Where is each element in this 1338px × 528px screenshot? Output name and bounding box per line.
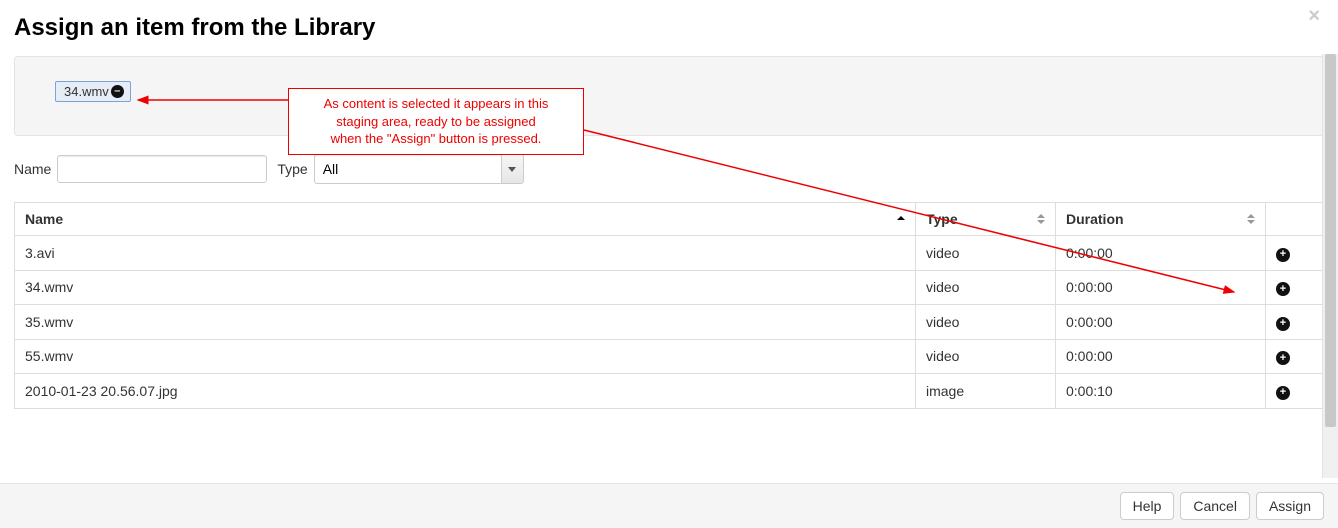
assign-button[interactable]: Assign xyxy=(1256,492,1324,520)
cell-name: 35.wmv xyxy=(15,305,916,340)
library-table: Name Type Duration 3.avi video 0:00:00 xyxy=(14,202,1324,409)
col-header-action xyxy=(1266,203,1324,236)
add-icon[interactable]: + xyxy=(1276,248,1290,262)
staging-area: 34.wmv – xyxy=(14,56,1324,136)
cell-duration: 0:00:00 xyxy=(1056,339,1266,374)
name-filter-input[interactable] xyxy=(57,155,267,183)
add-icon[interactable]: + xyxy=(1276,282,1290,296)
cell-type: video xyxy=(916,339,1056,374)
cell-name: 55.wmv xyxy=(15,339,916,374)
modal-footer: Help Cancel Assign xyxy=(0,483,1338,528)
assign-library-modal: × Assign an item from the Library 34.wmv… xyxy=(0,0,1338,409)
col-header-name[interactable]: Name xyxy=(15,203,916,236)
cell-type: video xyxy=(916,305,1056,340)
sort-desc-icon xyxy=(1037,220,1045,224)
col-header-duration-label: Duration xyxy=(1066,211,1124,227)
staged-item-label: 34.wmv xyxy=(64,84,109,99)
cell-name: 34.wmv xyxy=(15,270,916,305)
add-icon[interactable]: + xyxy=(1276,317,1290,331)
help-button[interactable]: Help xyxy=(1120,492,1175,520)
cell-name: 2010-01-23 20.56.07.jpg xyxy=(15,374,916,409)
cell-type: image xyxy=(916,374,1056,409)
cell-name: 3.avi xyxy=(15,236,916,271)
col-header-type[interactable]: Type xyxy=(916,203,1056,236)
table-row: 2010-01-23 20.56.07.jpg image 0:00:10 + xyxy=(15,374,1324,409)
scrollbar[interactable] xyxy=(1322,54,1338,478)
cell-duration: 0:00:00 xyxy=(1056,270,1266,305)
modal-title: Assign an item from the Library xyxy=(14,14,1324,42)
library-table-body: 3.avi video 0:00:00 + 34.wmv video 0:00:… xyxy=(15,236,1324,409)
cell-duration: 0:00:00 xyxy=(1056,305,1266,340)
sort-asc-icon xyxy=(1247,214,1255,218)
type-filter-select[interactable] xyxy=(314,154,524,184)
remove-icon[interactable]: – xyxy=(111,85,124,98)
table-row: 55.wmv video 0:00:00 + xyxy=(15,339,1324,374)
cell-duration: 0:00:10 xyxy=(1056,374,1266,409)
cell-type: video xyxy=(916,270,1056,305)
cancel-button[interactable]: Cancel xyxy=(1180,492,1250,520)
col-header-type-label: Type xyxy=(926,211,958,227)
table-row: 3.avi video 0:00:00 + xyxy=(15,236,1324,271)
add-icon[interactable]: + xyxy=(1276,386,1290,400)
sort-asc-icon xyxy=(1037,214,1045,218)
filter-type-label: Type xyxy=(277,161,307,177)
sort-asc-icon xyxy=(897,216,905,220)
close-icon[interactable]: × xyxy=(1308,6,1320,26)
cell-type: video xyxy=(916,236,1056,271)
table-row: 35.wmv video 0:00:00 + xyxy=(15,305,1324,340)
filter-row: Name Type xyxy=(14,154,1324,184)
cell-duration: 0:00:00 xyxy=(1056,236,1266,271)
filter-name-label: Name xyxy=(14,161,51,177)
sort-desc-icon xyxy=(1247,220,1255,224)
add-icon[interactable]: + xyxy=(1276,351,1290,365)
staged-item-chip[interactable]: 34.wmv – xyxy=(55,81,131,102)
col-header-name-label: Name xyxy=(25,211,63,227)
scrollbar-thumb[interactable] xyxy=(1325,54,1336,427)
table-row: 34.wmv video 0:00:00 + xyxy=(15,270,1324,305)
col-header-duration[interactable]: Duration xyxy=(1056,203,1266,236)
